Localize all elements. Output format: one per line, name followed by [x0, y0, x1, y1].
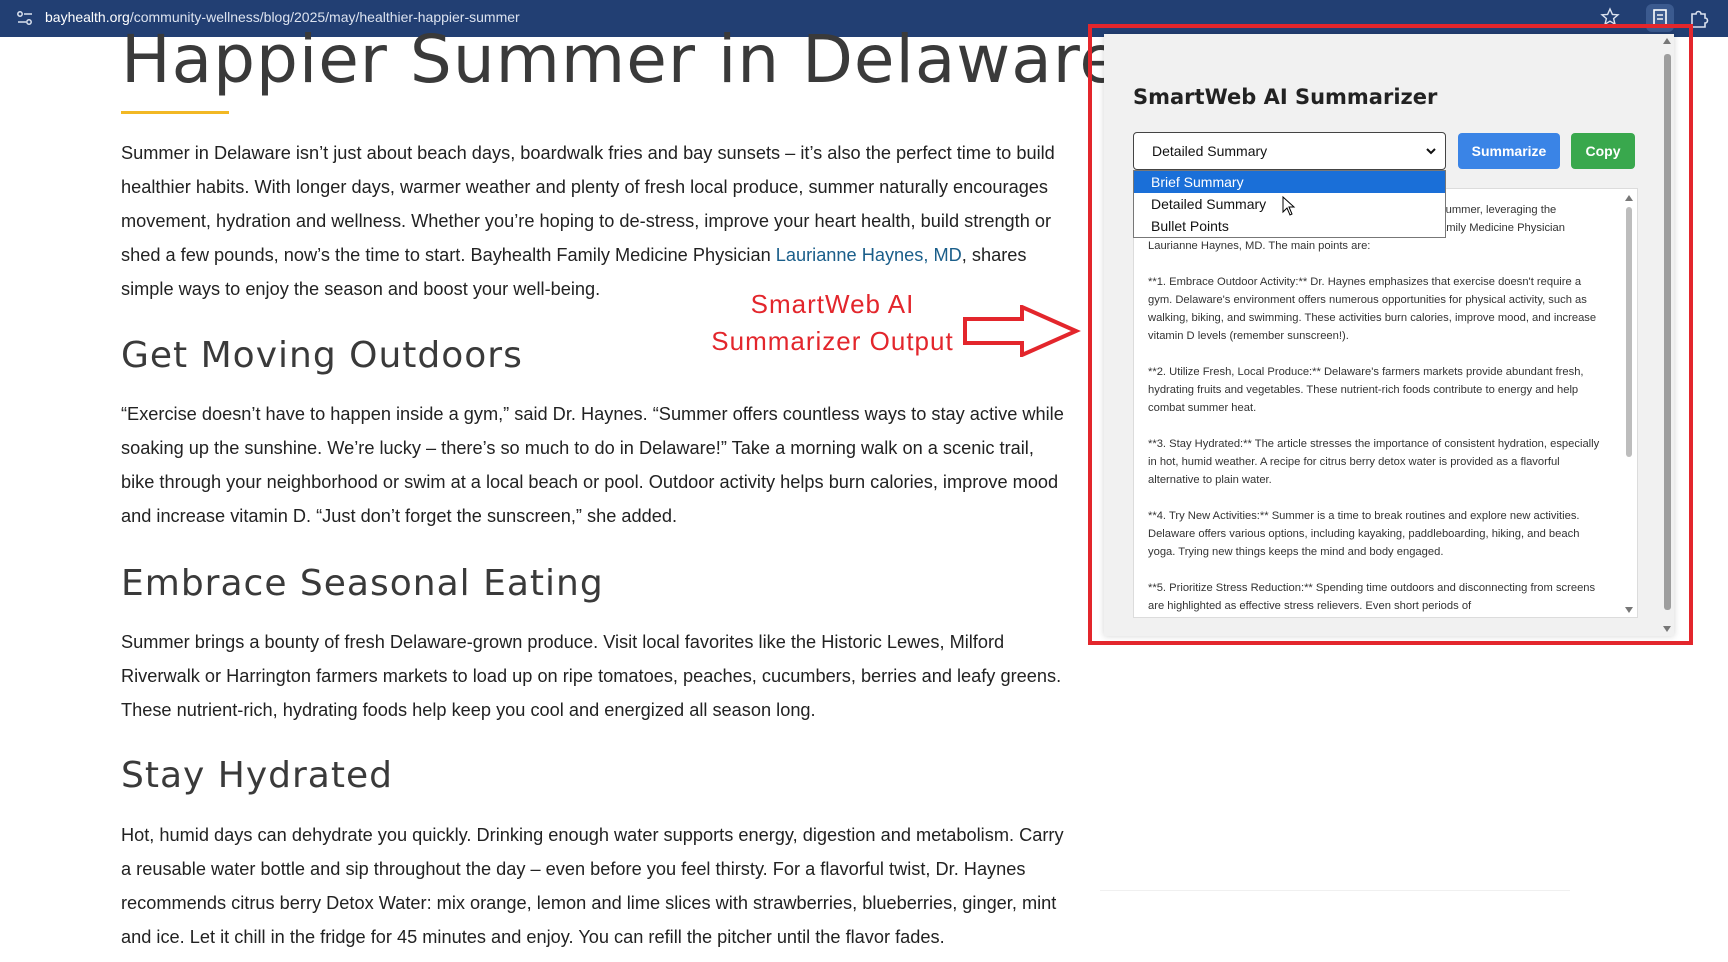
- title-accent-rule: [121, 111, 229, 114]
- section-heading-eating: Embrace Seasonal Eating: [121, 563, 604, 604]
- section-body-hydrated: Hot, humid days can dehydrate you quickl…: [121, 825, 1064, 947]
- annotation-line-2: Summarizer Output: [711, 326, 954, 356]
- section-body-eating: Summer brings a bounty of fresh Delaware…: [121, 632, 1062, 720]
- intro-paragraph: Summer in Delaware isn’t just about beac…: [121, 136, 1071, 306]
- site-settings-icon[interactable]: [16, 10, 34, 26]
- physician-link[interactable]: Laurianne Haynes, MD: [776, 245, 962, 265]
- section-heading-outdoors: Get Moving Outdoors: [121, 335, 523, 376]
- annotation-label: SmartWeb AI Summarizer Output: [700, 286, 965, 360]
- annotation-highlight-box: [1088, 24, 1693, 645]
- annotation-arrow-icon: [963, 305, 1081, 357]
- section-heading-hydrated: Stay Hydrated: [121, 755, 393, 796]
- divider: [1100, 890, 1570, 891]
- url-domain: bayhealth.org: [45, 9, 130, 25]
- section-body-outdoors: “Exercise doesn’t have to happen inside …: [121, 404, 1064, 526]
- annotation-line-1: SmartWeb AI: [750, 289, 915, 319]
- page-title: Happier Summer in Delaware: [121, 21, 1122, 98]
